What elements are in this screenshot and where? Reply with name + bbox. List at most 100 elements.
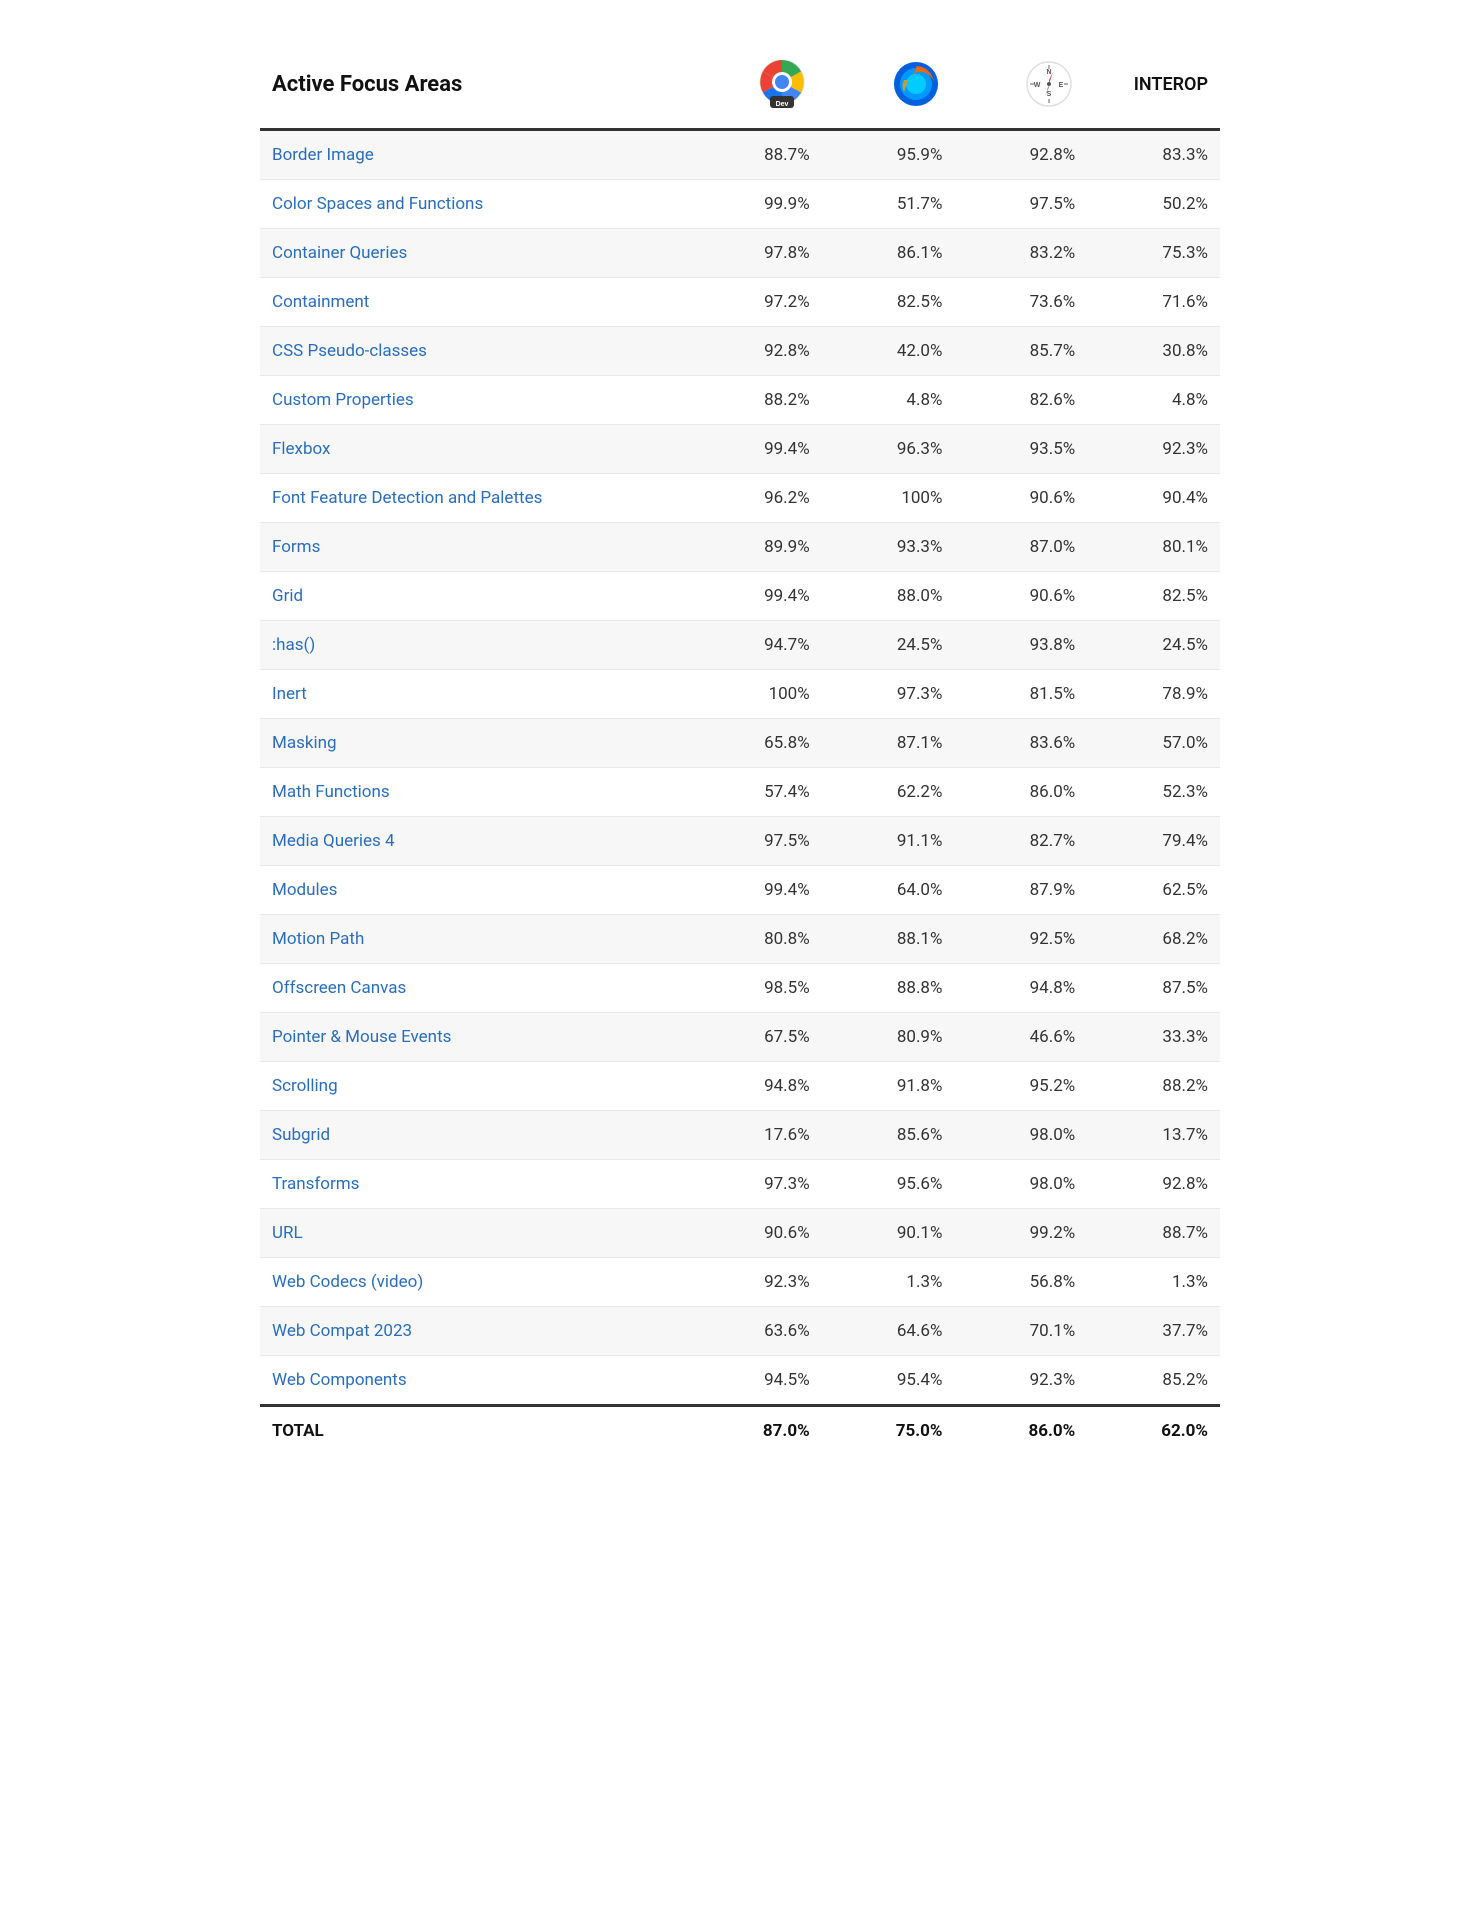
focus-area-name[interactable]: Web Components	[260, 1356, 689, 1406]
focus-area-name[interactable]: Forms	[260, 523, 689, 572]
focus-area-name[interactable]: Web Codecs (video)	[260, 1258, 689, 1307]
chrome-score: 99.9%	[689, 180, 822, 229]
focus-area-name[interactable]: CSS Pseudo-classes	[260, 327, 689, 376]
focus-area-name[interactable]: Pointer & Mouse Events	[260, 1013, 689, 1062]
column-header-chrome: Dev	[689, 40, 822, 130]
interop-score: 92.8%	[1087, 1160, 1220, 1209]
firefox-score: 88.1%	[822, 915, 955, 964]
totals-row: TOTAL87.0%75.0%86.0%62.0%	[260, 1406, 1220, 1456]
interop-score: 68.2%	[1087, 915, 1220, 964]
focus-area-name[interactable]: :has()	[260, 621, 689, 670]
table-row: Web Compat 202363.6%64.6%70.1%37.7%	[260, 1307, 1220, 1356]
focus-area-name[interactable]: Border Image	[260, 130, 689, 180]
safari-score: 97.5%	[954, 180, 1087, 229]
focus-area-name[interactable]: Flexbox	[260, 425, 689, 474]
svg-text:S: S	[1047, 91, 1052, 98]
table-row: Flexbox99.4%96.3%93.5%92.3%	[260, 425, 1220, 474]
safari-score: 46.6%	[954, 1013, 1087, 1062]
focus-area-name[interactable]: Motion Path	[260, 915, 689, 964]
interop-score: 90.4%	[1087, 474, 1220, 523]
interop-score: 52.3%	[1087, 768, 1220, 817]
focus-areas-table: Active Focus Areas	[260, 40, 1220, 1455]
chrome-score: 99.4%	[689, 572, 822, 621]
interop-score: 33.3%	[1087, 1013, 1220, 1062]
firefox-score: 82.5%	[822, 278, 955, 327]
safari-score: 83.6%	[954, 719, 1087, 768]
chrome-score: 80.8%	[689, 915, 822, 964]
firefox-score: 62.2%	[822, 768, 955, 817]
focus-area-name[interactable]: Web Compat 2023	[260, 1307, 689, 1356]
firefox-score: 93.3%	[822, 523, 955, 572]
focus-area-name[interactable]: Masking	[260, 719, 689, 768]
firefox-score: 91.8%	[822, 1062, 955, 1111]
focus-area-name[interactable]: Media Queries 4	[260, 817, 689, 866]
focus-area-name[interactable]: Transforms	[260, 1160, 689, 1209]
firefox-score: 4.8%	[822, 376, 955, 425]
firefox-score: 1.3%	[822, 1258, 955, 1307]
column-header-area: Active Focus Areas	[260, 40, 689, 130]
safari-score: 98.0%	[954, 1160, 1087, 1209]
firefox-score: 80.9%	[822, 1013, 955, 1062]
safari-score: 87.0%	[954, 523, 1087, 572]
chrome-score: 92.3%	[689, 1258, 822, 1307]
firefox-score: 64.0%	[822, 866, 955, 915]
chrome-score: 88.7%	[689, 130, 822, 180]
table-row: Border Image88.7%95.9%92.8%83.3%	[260, 130, 1220, 180]
chrome-score: 97.5%	[689, 817, 822, 866]
focus-area-name[interactable]: Font Feature Detection and Palettes	[260, 474, 689, 523]
table-body: Border Image88.7%95.9%92.8%83.3%Color Sp…	[260, 130, 1220, 1456]
table-row: Custom Properties88.2%4.8%82.6%4.8%	[260, 376, 1220, 425]
safari-score: 90.6%	[954, 572, 1087, 621]
safari-score: 73.6%	[954, 278, 1087, 327]
total-interop: 62.0%	[1087, 1406, 1220, 1456]
table-row: Motion Path80.8%88.1%92.5%68.2%	[260, 915, 1220, 964]
chrome-score: 94.5%	[689, 1356, 822, 1406]
focus-area-name[interactable]: Color Spaces and Functions	[260, 180, 689, 229]
focus-area-name[interactable]: Custom Properties	[260, 376, 689, 425]
focus-area-name[interactable]: Subgrid	[260, 1111, 689, 1160]
safari-score: 93.8%	[954, 621, 1087, 670]
interop-score: 71.6%	[1087, 278, 1220, 327]
chrome-score: 63.6%	[689, 1307, 822, 1356]
table-row: Inert100%97.3%81.5%78.9%	[260, 670, 1220, 719]
chrome-dev-icon: Dev	[754, 56, 810, 112]
chrome-score: 88.2%	[689, 376, 822, 425]
table-row: :has()94.7%24.5%93.8%24.5%	[260, 621, 1220, 670]
firefox-score: 87.1%	[822, 719, 955, 768]
focus-area-name[interactable]: Offscreen Canvas	[260, 964, 689, 1013]
safari-score: 90.6%	[954, 474, 1087, 523]
interop-score: 1.3%	[1087, 1258, 1220, 1307]
safari-score: 99.2%	[954, 1209, 1087, 1258]
focus-area-name[interactable]: Scrolling	[260, 1062, 689, 1111]
table-row: URL90.6%90.1%99.2%88.7%	[260, 1209, 1220, 1258]
firefox-score: 64.6%	[822, 1307, 955, 1356]
focus-area-name[interactable]: Modules	[260, 866, 689, 915]
chrome-score: 90.6%	[689, 1209, 822, 1258]
focus-area-name[interactable]: URL	[260, 1209, 689, 1258]
firefox-score: 88.0%	[822, 572, 955, 621]
focus-area-name[interactable]: Container Queries	[260, 229, 689, 278]
interop-score: 82.5%	[1087, 572, 1220, 621]
interop-score: 80.1%	[1087, 523, 1220, 572]
focus-area-name[interactable]: Containment	[260, 278, 689, 327]
column-header-firefox	[822, 40, 955, 130]
interop-score: 92.3%	[1087, 425, 1220, 474]
interop-score: 57.0%	[1087, 719, 1220, 768]
interop-score: 4.8%	[1087, 376, 1220, 425]
safari-score: 95.2%	[954, 1062, 1087, 1111]
focus-area-name[interactable]: Grid	[260, 572, 689, 621]
total-firefox: 75.0%	[822, 1406, 955, 1456]
chrome-score: 99.4%	[689, 425, 822, 474]
interop-score: 83.3%	[1087, 130, 1220, 180]
interop-score: 79.4%	[1087, 817, 1220, 866]
table-row: Web Components94.5%95.4%92.3%85.2%	[260, 1356, 1220, 1406]
table-row: Offscreen Canvas98.5%88.8%94.8%87.5%	[260, 964, 1220, 1013]
firefox-score: 90.1%	[822, 1209, 955, 1258]
safari-score: 83.2%	[954, 229, 1087, 278]
chrome-score: 92.8%	[689, 327, 822, 376]
safari-score: 93.5%	[954, 425, 1087, 474]
safari-score: 82.7%	[954, 817, 1087, 866]
focus-area-name[interactable]: Inert	[260, 670, 689, 719]
focus-area-name[interactable]: Math Functions	[260, 768, 689, 817]
interop-score: 24.5%	[1087, 621, 1220, 670]
